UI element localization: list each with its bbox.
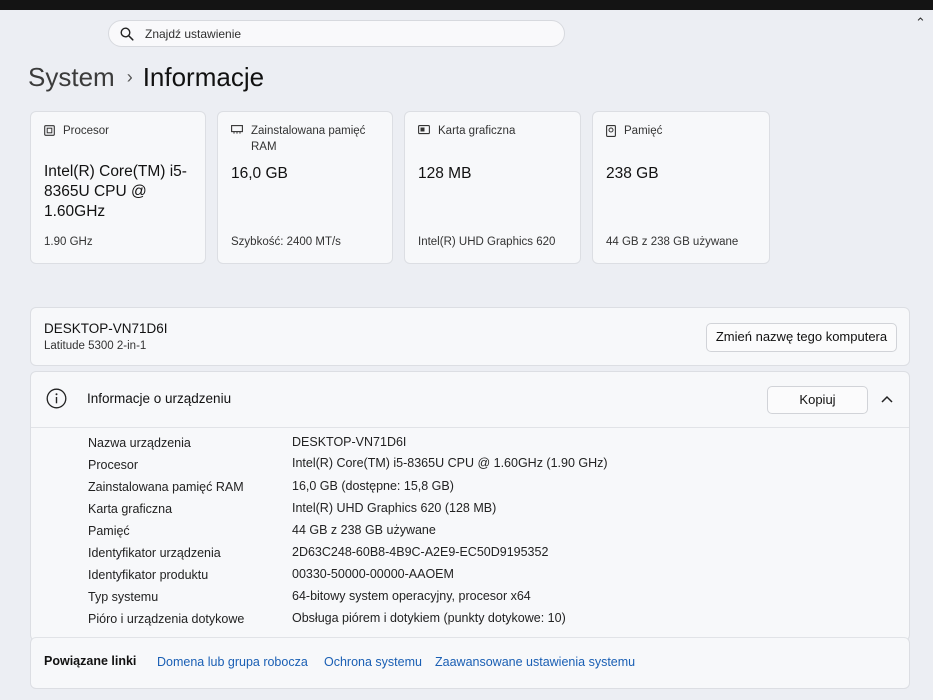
window-chevron-icon[interactable]: ⌃ [915, 15, 926, 31]
search-icon [120, 27, 134, 41]
spec-value: 44 GB z 238 GB używane [292, 523, 436, 537]
device-name-panel: DESKTOP-VN71D6I Latitude 5300 2-in-1 Zmi… [30, 307, 910, 366]
spec-value: Obsługa piórem i dotykiem (punkty dotyko… [292, 611, 566, 625]
spec-label: Pamięć [88, 524, 130, 538]
spec-label: Pióro i urządzenia dotykowe [88, 612, 245, 626]
card-processor-value: Intel(R) Core(TM) i5-8365U CPU @ 1.60GHz [44, 163, 187, 220]
page-title: Informacje [142, 62, 265, 92]
spec-value: DESKTOP-VN71D6I [292, 435, 407, 449]
card-storage-value: 238 GB [606, 165, 659, 182]
breadcrumb-separator: › [126, 67, 133, 87]
card-ram-sub: Szybkość: 2400 MT/s [231, 236, 341, 248]
ram-icon [231, 125, 243, 134]
breadcrumb: System › Informacje [28, 62, 264, 93]
related-links-panel: Powiązane linki Domena lub grupa robocza… [30, 637, 910, 689]
device-name: DESKTOP-VN71D6I [44, 321, 168, 336]
copy-button[interactable]: Kopiuj [767, 386, 868, 414]
spec-label: Identyfikator urządzenia [88, 546, 221, 560]
card-storage-sub: 44 GB z 238 GB używane [606, 236, 739, 248]
search-box[interactable]: Znajdź ustawienie [108, 20, 565, 47]
card-processor: Procesor Intel(R) Core(TM) i5-8365U CPU … [30, 111, 206, 264]
window-top-bar [0, 0, 933, 10]
spec-value: Intel(R) Core(TM) i5-8365U CPU @ 1.60GHz… [292, 456, 608, 470]
card-ram: Zainstalowana pamięć RAM 16,0 GB Szybkoś… [217, 111, 393, 264]
card-storage: Pamięć 238 GB 44 GB z 238 GB używane [592, 111, 770, 264]
spec-label: Typ systemu [88, 590, 159, 604]
card-gpu-sub: Intel(R) UHD Graphics 620 [418, 236, 556, 248]
spec-value: 64-bitowy system operacyjny, procesor x6… [292, 589, 531, 603]
card-processor-sub: 1.90 GHz [44, 236, 93, 248]
search-placeholder: Znajdź ustawienie [145, 27, 242, 41]
storage-icon [606, 125, 616, 137]
card-gpu: Karta graficzna 128 MB Intel(R) UHD Grap… [404, 111, 581, 264]
breadcrumb-parent[interactable]: System [28, 62, 115, 92]
card-processor-title: Procesor [63, 125, 110, 137]
card-gpu-value: 128 MB [418, 165, 472, 182]
link-domain-workgroup[interactable]: Domena lub grupa robocza [157, 655, 308, 669]
info-icon [46, 388, 67, 409]
specs-header[interactable]: Informacje o urządzeniu Kopiuj [31, 372, 909, 428]
link-system-protection[interactable]: Ochrona systemu [324, 655, 422, 669]
spec-value: 16,0 GB (dostępne: 15,8 GB) [292, 479, 454, 493]
link-advanced-settings[interactable]: Zaawansowane ustawienia systemu [435, 655, 635, 669]
spec-label: Karta graficzna [88, 502, 173, 516]
specs-title: Informacje o urządzeniu [87, 391, 232, 406]
spec-label: Zainstalowana pamięć RAM [88, 480, 244, 494]
chevron-up-icon[interactable] [881, 395, 893, 403]
device-specs-panel: Informacje o urządzeniu Kopiuj Nazwa urz… [30, 371, 910, 641]
spec-label: Nazwa urządzenia [88, 436, 191, 450]
rename-pc-button[interactable]: Zmień nazwę tego komputera [706, 323, 897, 352]
card-ram-title: Zainstalowana pamięć RAM [251, 125, 366, 153]
gpu-icon [418, 125, 430, 135]
spec-label: Identyfikator produktu [88, 568, 209, 582]
related-links-title: Powiązane linki [44, 654, 137, 668]
spec-value: 2D63C248-60B8-4B9C-A2E9-EC50D9195352 [292, 545, 549, 559]
cpu-icon [44, 125, 55, 136]
spec-value: 00330-50000-00000-AAOEM [292, 567, 454, 581]
spec-label: Procesor [88, 458, 139, 472]
card-storage-title: Pamięć [624, 125, 663, 137]
device-model: Latitude 5300 2-in-1 [44, 340, 147, 352]
card-ram-value: 16,0 GB [231, 165, 288, 182]
spec-value: Intel(R) UHD Graphics 620 (128 MB) [292, 501, 497, 515]
card-gpu-title: Karta graficzna [438, 125, 516, 137]
